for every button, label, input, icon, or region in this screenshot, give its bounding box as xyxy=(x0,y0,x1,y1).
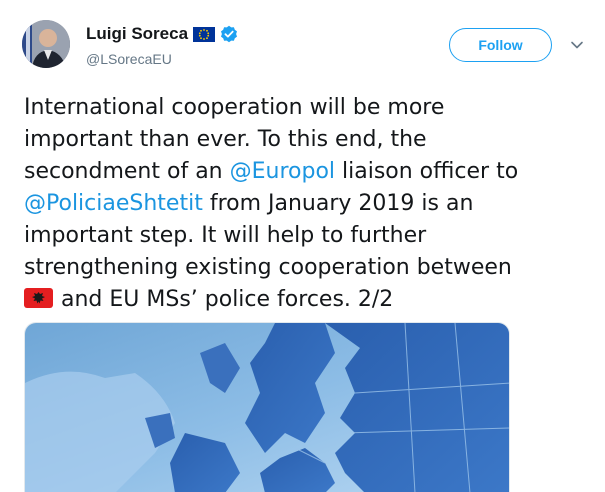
tweet-line: important than ever. To this end, the xyxy=(24,124,594,156)
verified-badge-icon xyxy=(220,25,238,43)
tweet-text-segment: secondment of an xyxy=(24,159,230,184)
mention-europol-link[interactable]: @Europol xyxy=(230,159,335,184)
tweet-text-segment: and EU MSs’ police forces. 2/2 xyxy=(61,287,394,312)
tweet-text-segment: important than ever. To this end, the xyxy=(24,127,427,152)
avatar[interactable] xyxy=(22,20,70,68)
tweet-text: International cooperation will be more i… xyxy=(24,92,594,316)
tweet-line: and EU MSs’ police forces. 2/2 xyxy=(24,284,594,316)
mention-policiaeshtetit-link[interactable]: @PoliciaeShtetit xyxy=(24,191,203,216)
display-name[interactable]: Luigi Soreca xyxy=(86,24,188,44)
tweet-line: secondment of an @Europol liaison office… xyxy=(24,156,594,188)
follow-button[interactable]: Follow xyxy=(449,28,552,62)
tweet-text-segment: important step. It will help to further xyxy=(24,223,427,248)
tweet-text-segment: strengthening existing cooperation betwe… xyxy=(24,255,512,280)
tweet-line: @PoliciaeShtetit from January 2019 is an xyxy=(24,188,594,220)
tweet-line: important step. It will help to further xyxy=(24,220,594,252)
tweet-line: International cooperation will be more xyxy=(24,92,594,124)
tweet-text-segment: International cooperation will be more xyxy=(24,95,445,120)
name-row: Luigi Soreca xyxy=(86,22,238,46)
chevron-down-icon[interactable] xyxy=(568,36,586,54)
user-handle[interactable]: @LSorecaEU xyxy=(86,51,172,67)
tweet-card: Luigi Soreca @LSorecaEU Follow Internati… xyxy=(0,0,605,492)
tweet-line: strengthening existing cooperation betwe… xyxy=(24,252,594,284)
eu-flag-icon xyxy=(193,26,216,42)
albania-flag-icon xyxy=(24,286,53,308)
europe-map-image[interactable] xyxy=(24,322,510,492)
tweet-text-segment: from January 2019 is an xyxy=(202,191,474,216)
tweet-text-segment: liaison officer to xyxy=(335,159,519,184)
